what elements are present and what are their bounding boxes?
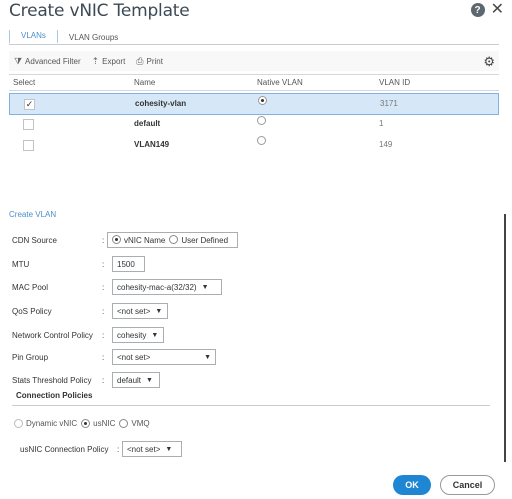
network-control-policy-colon: :: [102, 331, 105, 340]
vlan-name: default: [134, 119, 161, 128]
vmq-option[interactable]: VMQ: [119, 419, 150, 428]
help-icon[interactable]: ?: [470, 3, 485, 17]
network-control-policy-label: Network Control Policy: [12, 331, 93, 340]
network-control-policy-value: cohesity: [117, 330, 147, 340]
connection-policy-radio-group: Dynamic vNIC usNIC VMQ: [14, 419, 152, 428]
print-label: Print: [146, 56, 163, 66]
table-row[interactable]: VLAN149 149: [9, 135, 499, 157]
connection-policies-heading: Connection Policies: [16, 391, 93, 400]
table-row[interactable]: default 1: [9, 114, 499, 136]
tab-bar: VLANs VLAN Groups: [9, 30, 129, 44]
dynamic-vnic-label: Dynamic vNIC: [26, 419, 78, 428]
section-divider: [12, 405, 490, 406]
mac-pool-colon: :: [102, 283, 105, 292]
export-icon: ⇡: [91, 55, 100, 66]
pin-group-select[interactable]: <not set> ▼: [112, 349, 216, 365]
cdn-source-colon: :: [102, 236, 105, 245]
pin-group-colon: :: [102, 353, 105, 362]
chevron-down-icon: ▼: [165, 445, 173, 453]
usnic-connection-policy-label: usNIC Connection Policy: [20, 445, 109, 454]
qos-policy-label: QoS Policy: [12, 307, 52, 316]
advanced-filter-button[interactable]: ⧩ Advanced Filter: [14, 56, 81, 67]
usnic-connection-policy-select[interactable]: <not set> ▼: [122, 441, 182, 457]
vlan-id: 1: [379, 119, 384, 128]
vlan-name: VLAN149: [134, 140, 170, 149]
scrollbar[interactable]: [504, 214, 506, 462]
dialog-title: Create vNIC Template: [9, 1, 190, 21]
mac-pool-label: MAC Pool: [12, 283, 49, 292]
network-control-policy-select[interactable]: cohesity ▼: [112, 327, 164, 343]
cdn-user-defined-label: User Defined: [181, 236, 229, 245]
stats-threshold-policy-select[interactable]: default ▼: [112, 372, 160, 388]
cdn-source-radio-group: vNIC Name User Defined: [107, 232, 238, 248]
cdn-source-label: CDN Source: [12, 236, 57, 245]
vmq-label: VMQ: [131, 419, 150, 428]
vlan-id: 3171: [380, 99, 398, 108]
export-label: Export: [102, 56, 126, 66]
mac-pool-select[interactable]: cohesity-mac-a(32/32) ▼: [112, 279, 222, 295]
usnic-label: usNIC: [93, 419, 116, 428]
advanced-filter-label: Advanced Filter: [25, 56, 81, 66]
row-checkbox[interactable]: [23, 119, 34, 130]
native-vlan-radio[interactable]: [257, 116, 266, 125]
vlan-id: 149: [379, 140, 393, 149]
dialog-header-icons: ? ✕: [470, 2, 504, 18]
cdn-user-defined-option[interactable]: User Defined: [169, 235, 228, 245]
table-toolbar: ⧩ Advanced Filter ⇡ Export ⎙ Print ⚙: [9, 51, 499, 71]
mtu-label: MTU: [12, 260, 30, 269]
chevron-down-icon: ▼: [146, 376, 153, 384]
stats-threshold-policy-value: default: [117, 375, 142, 385]
stats-threshold-policy-label: Stats Threshold Policy: [12, 376, 92, 385]
pin-group-value: <not set>: [117, 352, 151, 362]
vlan-name: cohesity-vlan: [135, 99, 187, 108]
mtu-colon: :: [102, 260, 105, 269]
cdn-vnic-name-label: vNIC Name: [124, 236, 166, 245]
usnic-connection-policy-colon: :: [117, 445, 120, 454]
chevron-down-icon: ▼: [201, 283, 209, 291]
pin-group-label: Pin Group: [12, 353, 49, 362]
column-header-select[interactable]: Select: [13, 78, 35, 87]
table-row[interactable]: ✓ cohesity-vlan 3171: [9, 93, 499, 115]
qos-policy-colon: :: [102, 307, 105, 316]
column-header-native-vlan[interactable]: Native VLAN: [257, 78, 303, 87]
ok-button[interactable]: OK: [393, 475, 431, 495]
row-checkbox[interactable]: ✓: [24, 99, 35, 110]
print-icon: ⎙: [136, 55, 144, 66]
native-vlan-radio[interactable]: [257, 136, 266, 145]
cdn-vnic-name-option[interactable]: vNIC Name: [112, 235, 165, 245]
row-checkbox[interactable]: [23, 140, 34, 151]
usnic-option[interactable]: usNIC: [81, 419, 115, 428]
radio-empty-icon: [14, 419, 23, 428]
chevron-down-icon: ▼: [155, 307, 163, 315]
radio-selected-icon: [81, 419, 91, 428]
column-header-vlan-id[interactable]: VLAN ID: [379, 78, 410, 87]
tab-vlans[interactable]: VLANs: [9, 30, 58, 44]
mtu-input[interactable]: 1500: [112, 256, 145, 272]
tab-vlan-groups[interactable]: VLAN Groups: [58, 30, 129, 44]
native-vlan-radio[interactable]: [258, 96, 267, 105]
usnic-connection-policy-value: <not set>: [127, 444, 161, 454]
filter-icon: ⧩: [14, 55, 23, 66]
qos-policy-value: <not set>: [117, 306, 151, 316]
chevron-down-icon: ▼: [151, 331, 159, 339]
close-icon[interactable]: ✕: [491, 2, 504, 18]
stats-threshold-policy-colon: :: [102, 376, 105, 385]
qos-policy-select[interactable]: <not set> ▼: [112, 303, 168, 319]
radio-empty-icon: [169, 235, 179, 244]
dynamic-vnic-option[interactable]: Dynamic vNIC: [14, 419, 77, 428]
column-header-name[interactable]: Name: [134, 78, 155, 87]
chevron-down-icon: ▼: [204, 353, 211, 361]
export-button[interactable]: ⇡ Export: [92, 56, 126, 67]
mac-pool-value: cohesity-mac-a(32/32): [117, 282, 197, 292]
radio-empty-icon: [119, 419, 129, 428]
table-header: Select Name Native VLAN VLAN ID: [9, 74, 499, 91]
print-button[interactable]: ⎙ Print: [136, 56, 163, 67]
create-vlan-link[interactable]: Create VLAN: [9, 210, 56, 219]
radio-selected-icon: [112, 235, 121, 244]
gear-icon[interactable]: ⚙: [483, 54, 495, 70]
tabs-divider: [9, 44, 499, 45]
cancel-button[interactable]: Cancel: [440, 475, 495, 495]
